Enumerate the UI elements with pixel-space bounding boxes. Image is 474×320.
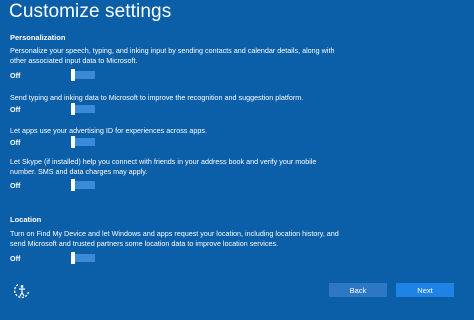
setting-skype-text: Let Skype (if installed) help you connec… — [10, 157, 317, 176]
page-title: Customize settings — [9, 1, 172, 22]
toggle-state-label: Off — [10, 253, 21, 263]
setting-speech-typing-text: Personalize your speech, typing, and ink… — [10, 46, 335, 65]
advertising-id-toggle[interactable] — [71, 136, 95, 148]
toggle-state-label: Off — [10, 70, 21, 80]
setting-skype-toggle-row: Off — [10, 179, 95, 191]
location-heading: Location — [10, 215, 42, 224]
setting-advertising-id-text: Let apps use your advertising ID for exp… — [10, 126, 207, 135]
location-toggle[interactable] — [71, 252, 95, 264]
toggle-state-label: Off — [10, 137, 21, 147]
toggle-knob — [71, 136, 75, 148]
personalization-heading: Personalization — [10, 33, 66, 42]
toggle-state-label: Off — [10, 104, 21, 114]
skype-toggle[interactable] — [71, 179, 95, 191]
setting-typing-data-toggle-row: Off — [10, 103, 95, 115]
setting-advertising-id-toggle-row: Off — [10, 136, 95, 148]
toggle-knob — [71, 69, 75, 81]
next-button[interactable]: Next — [396, 283, 454, 297]
speech-typing-toggle[interactable] — [71, 69, 95, 81]
ease-of-access-icon[interactable] — [12, 280, 32, 300]
setting-speech-typing-toggle-row: Off — [10, 69, 95, 81]
typing-data-toggle[interactable] — [71, 103, 95, 115]
setting-location-text: Turn on Find My Device and let Windows a… — [10, 229, 339, 248]
setting-location-toggle-row: Off — [10, 252, 95, 264]
toggle-knob — [71, 179, 75, 191]
toggle-knob — [71, 252, 75, 264]
back-button[interactable]: Back — [329, 283, 387, 297]
toggle-knob — [71, 103, 75, 115]
setting-typing-data-text: Send typing and inking data to Microsoft… — [10, 93, 304, 102]
toggle-state-label: Off — [10, 180, 21, 190]
